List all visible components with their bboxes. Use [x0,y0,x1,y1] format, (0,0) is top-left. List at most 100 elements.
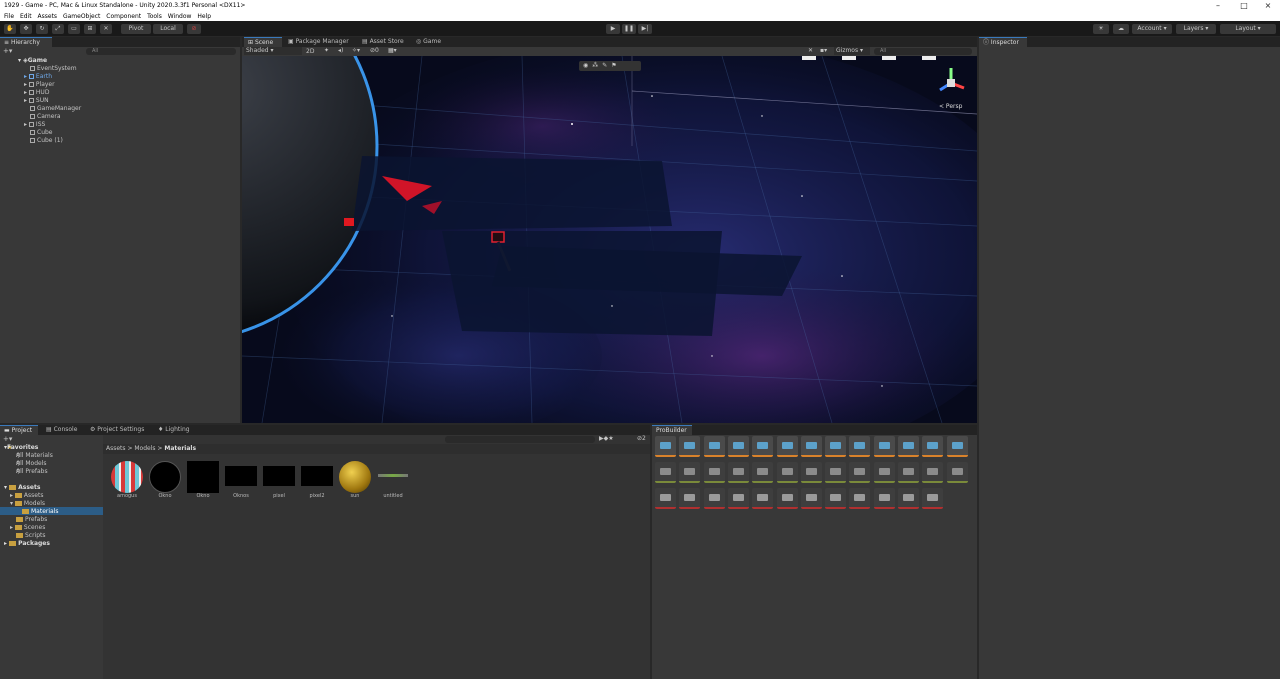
probuilder-tool-icon[interactable] [849,488,871,509]
folder-prefabs[interactable]: Prefabs [16,516,47,523]
probuilder-tool-icon[interactable] [800,488,822,509]
hierarchy-item-cube-1[interactable]: Cube (1) [30,137,63,144]
rotate-tool-icon[interactable]: ↻ [36,24,48,34]
probuilder-tool-icon[interactable] [655,436,676,457]
tab-console[interactable]: ▤ Console [42,425,82,435]
probuilder-tool-icon[interactable] [898,436,919,457]
account-dropdown[interactable]: Account ▾ [1132,24,1172,34]
probuilder-tool-icon[interactable] [922,436,944,457]
hierarchy-item-hud[interactable]: ▸ HUD [24,89,49,96]
probuilder-tool-icon[interactable] [898,462,919,483]
maximize-icon[interactable]: □ [1234,1,1254,11]
folder-models[interactable]: ▾ Models [10,500,45,507]
material-pixel[interactable] [263,466,295,486]
hierarchy-item-cube[interactable]: Cube [30,129,53,136]
tab-hierarchy[interactable]: ≡ Hierarchy [0,37,52,47]
tools-icon[interactable]: ✕ [808,47,813,54]
menu-tools[interactable]: Tools [147,12,162,21]
probuilder-tool-icon[interactable] [873,488,895,509]
tab-inspector[interactable]: ⓘ Inspector [979,37,1027,47]
tab-game[interactable]: ◎ Game [412,37,452,47]
nodes-icon[interactable]: ⁂ [592,62,602,69]
probuilder-tool-icon[interactable] [946,436,968,457]
probuilder-tool-icon[interactable] [946,462,968,483]
assets-header[interactable]: ▾ Assets [4,484,40,491]
audio-icon[interactable]: ◂) [338,47,343,54]
flag-icon[interactable]: ⚑ [611,62,620,69]
probuilder-tool-icon[interactable] [752,436,774,457]
menu-component[interactable]: Component [106,12,141,21]
menu-gameobject[interactable]: GameObject [63,12,100,21]
probuilder-tool-icon[interactable] [776,462,798,483]
folder-scenes[interactable]: ▸ Scenes [10,524,45,531]
probuilder-tool-icon[interactable] [898,488,919,509]
favorites-header[interactable]: ▾ ★ Favorites [4,444,38,451]
probuilder-tool-icon[interactable] [922,462,944,483]
tab-project[interactable]: ▬ Project [0,425,38,435]
play-button[interactable]: ▶ [606,24,620,34]
probuilder-tool-icon[interactable] [679,462,701,483]
hierarchy-item-eventsystem[interactable]: EventSystem [30,65,77,72]
shading-dropdown[interactable]: Shaded ▾ [244,47,302,55]
orientation-gizmo-icon[interactable] [934,66,968,100]
tab-package-manager[interactable]: ▣ Package Manager [284,37,354,47]
layers-dropdown[interactable]: Layers ▾ [1176,24,1216,34]
hand-tool-icon[interactable]: ✋ [4,24,16,34]
menu-help[interactable]: Help [197,12,211,21]
probuilder-tool-icon[interactable] [655,488,676,509]
probuilder-tool-icon[interactable] [776,436,798,457]
add-icon[interactable]: +▾ [3,47,12,55]
probuilder-tool-icon[interactable] [800,436,822,457]
tab-project-settings[interactable]: ⚙ Project Settings [86,425,150,435]
pause-button[interactable]: ❚❚ [622,24,636,34]
probuilder-tool-icon[interactable] [922,488,944,509]
tab-scene[interactable]: ⊞ Scene [244,37,282,47]
grid-icon[interactable]: ▦▾ [388,47,397,54]
menu-window[interactable]: Window [168,12,192,21]
breadcrumb-assets[interactable]: Assets [106,445,126,452]
material-pixel2[interactable] [301,466,333,486]
probuilder-tool-icon[interactable] [800,462,822,483]
material-amogus[interactable] [111,461,143,493]
breadcrumb-materials[interactable]: Materials [164,445,196,452]
probuilder-tool-icon[interactable] [727,462,749,483]
probuilder-tool-icon[interactable] [679,488,701,509]
breadcrumb-models[interactable]: Models [134,445,155,452]
probuilder-tool-icon[interactable] [727,436,749,457]
hierarchy-item-iss[interactable]: ▸ ISS [24,121,45,128]
probuilder-tool-icon[interactable] [776,488,798,509]
hierarchy-item-player[interactable]: ▸ Player [24,81,55,88]
material-okno[interactable] [149,461,181,493]
material-untitled[interactable] [378,474,408,477]
folder-scripts[interactable]: Scripts [16,532,46,539]
hierarchy-item-sun[interactable]: ▸ SUN [24,97,49,104]
hidden-objects-icon[interactable]: ⊘0 [370,47,379,54]
folder-materials[interactable]: Materials [22,508,59,515]
probuilder-tool-icon[interactable] [825,462,847,483]
filter-icon[interactable]: ▶◆★ [599,435,614,442]
step-button[interactable]: ▶| [638,24,652,34]
probuilder-tool-icon[interactable] [752,462,774,483]
scale-tool-icon[interactable]: ⤢ [52,24,64,34]
probuilder-tool-icon[interactable] [873,436,895,457]
create-asset-icon[interactable]: +▾ [3,435,12,443]
collab-icon[interactable]: ☀ [1093,24,1109,34]
rect-tool-icon[interactable]: ▭ [68,24,80,34]
material-sun[interactable] [339,461,371,493]
cloud-icon[interactable]: ☁ [1113,24,1129,34]
tab-asset-store[interactable]: ▤ Asset Store [358,37,410,47]
material-oknos[interactable] [225,466,257,486]
menu-file[interactable]: File [4,12,14,21]
material-okno-2[interactable] [187,461,219,493]
probuilder-tool-icon[interactable] [752,488,774,509]
layout-dropdown[interactable]: Layout ▾ [1220,24,1276,34]
scene-search-input[interactable]: All [874,48,972,55]
probuilder-tool-icon[interactable] [873,462,895,483]
hierarchy-item-camera[interactable]: Camera [30,113,61,120]
minimize-icon[interactable]: – [1208,1,1228,11]
effects-icon[interactable]: ✧▾ [352,47,360,54]
probuilder-tool-icon[interactable] [727,488,749,509]
pivot-button[interactable]: Pivot [121,24,151,34]
custom-tool-icon[interactable]: ✕ [100,24,112,34]
probuilder-tool-icon[interactable] [849,436,871,457]
